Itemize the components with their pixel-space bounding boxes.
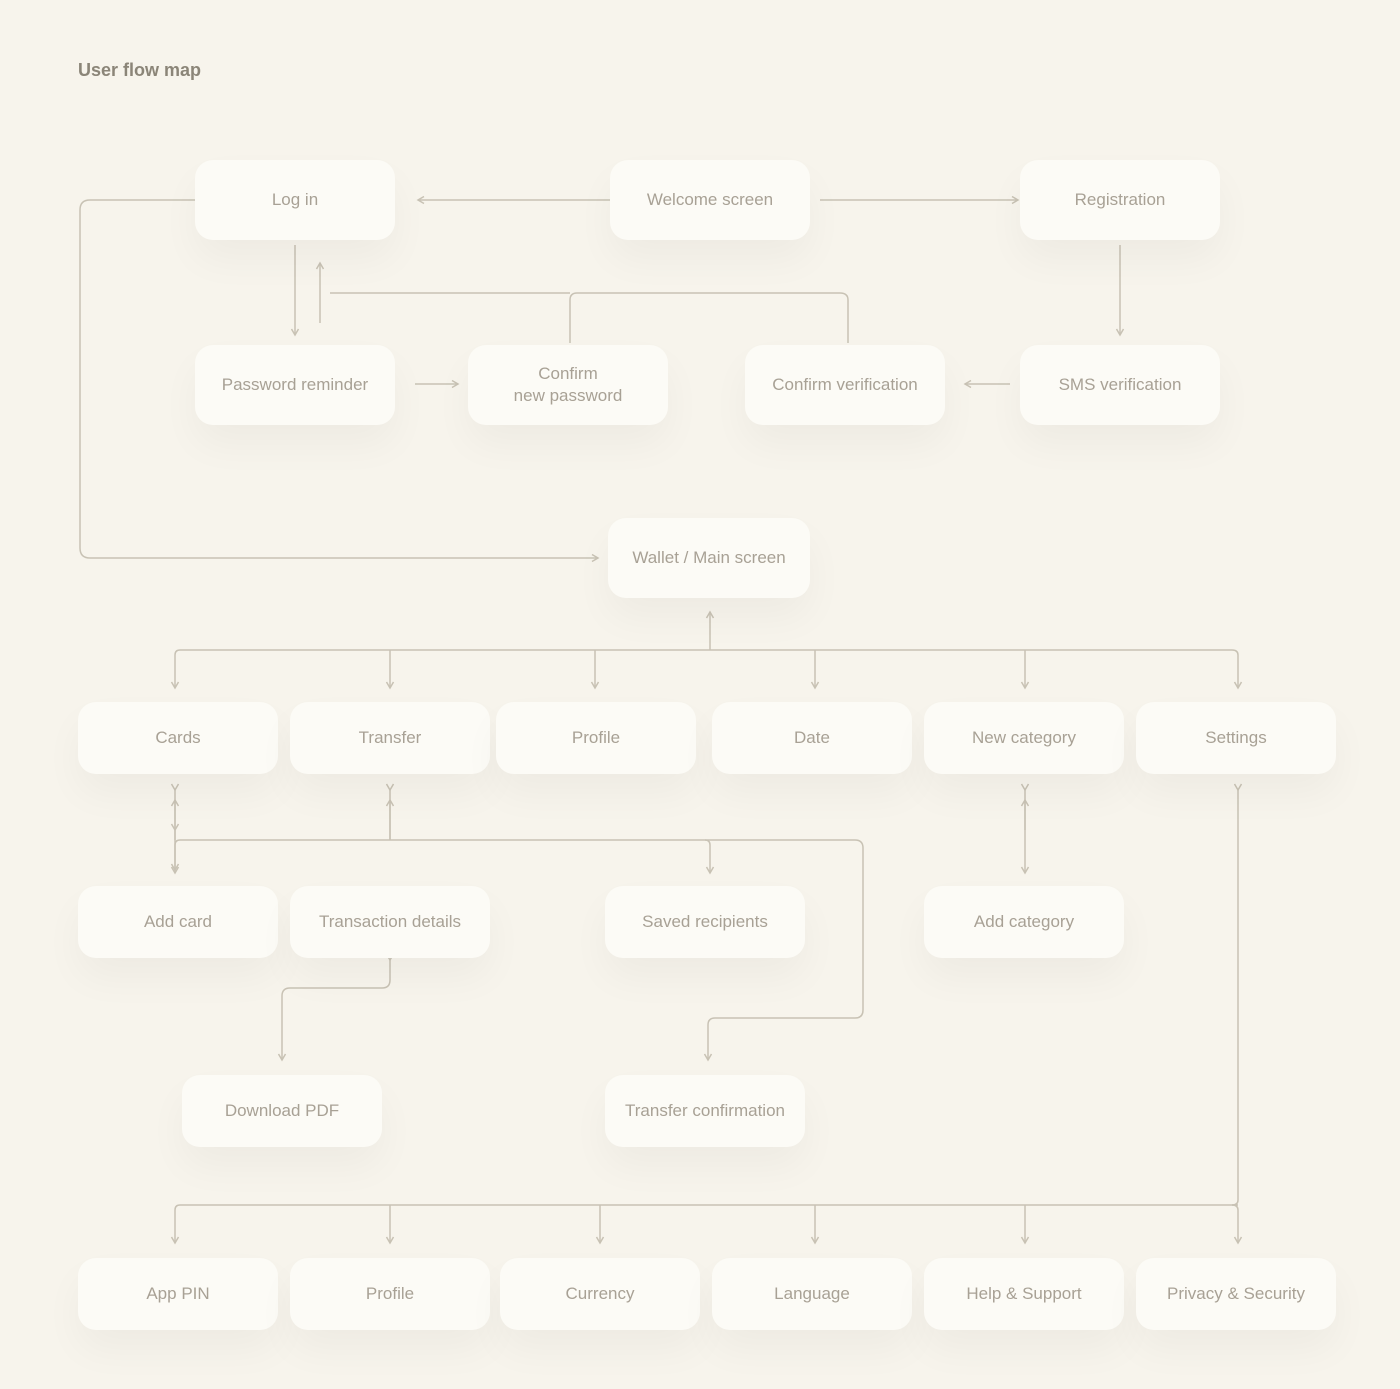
node-transaction-details: Transaction details [290, 886, 490, 958]
node-language: Language [712, 1258, 912, 1330]
node-date: Date [712, 702, 912, 774]
node-transfer-confirmation: Transfer confirmation [605, 1075, 805, 1147]
node-profile: Profile [496, 702, 696, 774]
node-registration: Registration [1020, 160, 1220, 240]
node-welcome: Welcome screen [610, 160, 810, 240]
node-confirm-verification: Confirm verification [745, 345, 945, 425]
page-title: User flow map [78, 60, 201, 81]
node-privacy-security: Privacy & Security [1136, 1258, 1336, 1330]
node-cards: Cards [78, 702, 278, 774]
node-transfer: Transfer [290, 702, 490, 774]
node-download-pdf: Download PDF [182, 1075, 382, 1147]
node-password-reminder: Password reminder [195, 345, 395, 425]
node-help-support: Help & Support [924, 1258, 1124, 1330]
node-app-pin: App PIN [78, 1258, 278, 1330]
node-currency: Currency [500, 1258, 700, 1330]
node-sms-verification: SMS verification [1020, 345, 1220, 425]
node-wallet-main: Wallet / Main screen [608, 518, 810, 598]
node-login: Log in [195, 160, 395, 240]
node-add-category: Add category [924, 886, 1124, 958]
node-settings: Settings [1136, 702, 1336, 774]
node-profile-2: Profile [290, 1258, 490, 1330]
node-new-category: New category [924, 702, 1124, 774]
node-saved-recipients: Saved recipients [605, 886, 805, 958]
node-add-card: Add card [78, 886, 278, 958]
node-confirm-new-password: Confirm new password [468, 345, 668, 425]
